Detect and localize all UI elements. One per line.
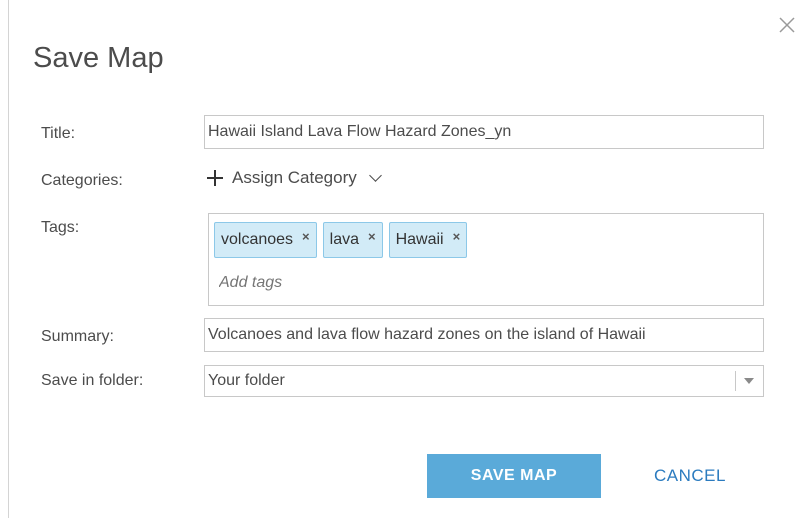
- assign-category-label: Assign Category: [232, 168, 357, 187]
- dialog-border: [8, 0, 9, 518]
- chevron-down-icon: [368, 168, 382, 182]
- tags-label: Tags:: [41, 219, 80, 236]
- plus-icon: [207, 170, 223, 186]
- tag-remove-icon[interactable]: ×: [302, 229, 310, 244]
- tag-chip: lava ×: [322, 222, 383, 258]
- title-label: Title:: [41, 125, 76, 142]
- save-map-dialog: Save Map Title: Categories: Assign Categ…: [0, 0, 802, 518]
- add-tags-input[interactable]: [219, 274, 519, 292]
- close-icon[interactable]: [776, 14, 798, 36]
- dropdown-arrow-icon[interactable]: [744, 378, 754, 384]
- summary-label: Summary:: [41, 328, 114, 345]
- title-input[interactable]: [204, 115, 764, 149]
- folder-select-value: Your folder: [208, 372, 285, 389]
- cancel-button[interactable]: CANCEL: [630, 454, 750, 498]
- tag-remove-icon[interactable]: ×: [368, 229, 376, 244]
- tag-chip: volcanoes ×: [214, 222, 317, 258]
- select-divider: [735, 371, 736, 391]
- categories-label: Categories:: [41, 172, 123, 189]
- tag-remove-icon[interactable]: ×: [453, 229, 461, 244]
- save-map-button[interactable]: SAVE MAP: [427, 454, 601, 498]
- folder-select[interactable]: Your folder: [204, 365, 764, 397]
- tag-label: volcanoes: [221, 231, 294, 248]
- tag-label: Hawaii: [395, 231, 444, 248]
- dialog-title: Save Map: [33, 42, 164, 74]
- summary-input[interactable]: [204, 318, 764, 352]
- folder-label: Save in folder:: [41, 372, 144, 389]
- assign-category-button[interactable]: Assign Category: [207, 168, 382, 188]
- tag-chip: Hawaii ×: [388, 222, 468, 258]
- tags-field[interactable]: volcanoes × lava × Hawaii ×: [208, 213, 764, 306]
- tag-label: lava: [329, 231, 359, 248]
- tag-list: volcanoes × lava × Hawaii ×: [214, 222, 468, 258]
